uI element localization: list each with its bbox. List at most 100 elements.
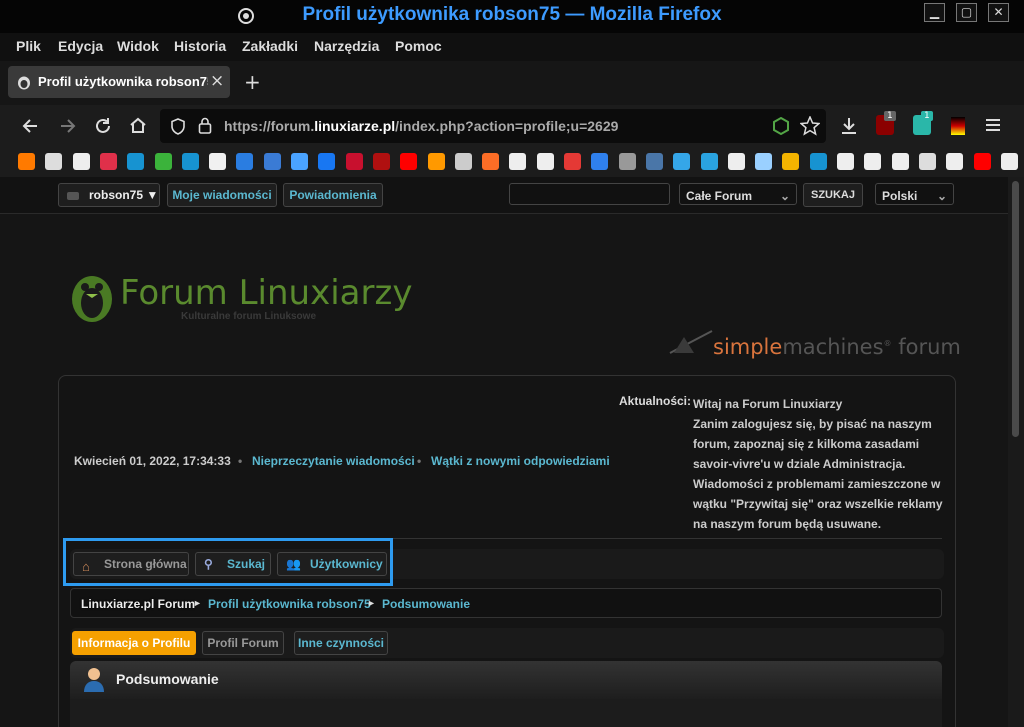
avatar-icon <box>67 192 79 200</box>
bookmark-star-icon[interactable] <box>800 116 820 136</box>
reload-icon[interactable] <box>94 117 112 135</box>
eye-icon[interactable] <box>454 153 472 170</box>
menu-pomoc[interactable]: Pomoc <box>395 38 442 54</box>
p-icon[interactable] <box>263 153 281 170</box>
q-icon[interactable] <box>673 153 691 170</box>
github-icon[interactable] <box>891 153 909 170</box>
summary-body <box>70 699 942 727</box>
menu-zakladki[interactable]: Zakładki <box>242 38 298 54</box>
green-flag-icon[interactable] <box>154 153 172 170</box>
menu-bar: Plik Edycja Widok Historia Zakładki Narz… <box>0 33 1024 61</box>
home-icon[interactable] <box>129 116 147 134</box>
face-icon[interactable] <box>1000 153 1018 170</box>
arch-icon[interactable] <box>181 153 199 170</box>
members-button[interactable]: 👥 Użytkownicy <box>277 552 387 576</box>
close-tab-icon[interactable]: × <box>210 71 224 91</box>
menu-historia[interactable]: Historia <box>174 38 226 54</box>
arch-icon[interactable] <box>127 153 145 170</box>
cloud-icon[interactable] <box>291 153 308 170</box>
page-content: robson75 ▼ Moje wiadomości Powiadomienia… <box>0 177 1024 727</box>
bird-icon[interactable] <box>618 153 636 170</box>
smf-logo-text[interactable]: simplemachines® forum <box>713 335 961 359</box>
wave-icon[interactable] <box>591 153 609 170</box>
search-button[interactable]: SZUKAJ <box>803 183 863 207</box>
tux-icon[interactable] <box>45 153 63 170</box>
lp-icon[interactable] <box>782 153 800 170</box>
news-text: Witaj na Forum Linuxiarzy Zanim zaloguje… <box>693 397 943 531</box>
new-replies-link[interactable]: Wątki z nowymi odpowiedziami <box>431 454 610 468</box>
forum-search-input[interactable] <box>509 183 670 205</box>
download-icon[interactable] <box>840 116 858 136</box>
arch-red-icon[interactable] <box>99 153 117 170</box>
my-messages-button[interactable]: Moje wiadomości <box>167 183 277 207</box>
ublock-badge: 1 <box>884 111 896 121</box>
language-select[interactable]: Polski ⌄ <box>875 183 954 205</box>
close-window-button[interactable]: ✕ <box>988 3 1009 22</box>
hamburger-menu-icon[interactable] <box>985 118 1001 132</box>
home-button[interactable]: ⌂ Strona główna <box>73 552 189 576</box>
flag-extension-icon[interactable] <box>951 117 965 135</box>
gitlab-icon[interactable] <box>482 153 500 170</box>
dw-icon[interactable] <box>209 153 227 170</box>
cube-icon[interactable] <box>755 153 773 170</box>
tux-favicon-icon <box>18 76 30 90</box>
question-icon[interactable] <box>72 153 90 170</box>
notifications-button[interactable]: Powiadomienia <box>283 183 383 207</box>
forum-logo-title[interactable]: Forum Linuxiarzy <box>120 273 412 313</box>
users-icon: 👥 <box>286 557 301 571</box>
youtube-icon[interactable] <box>973 153 991 170</box>
tux-logo-icon[interactable] <box>68 270 116 324</box>
window-titlebar: Profil użytkownika robson75 — Mozilla Fi… <box>0 0 1024 33</box>
css-icon[interactable] <box>236 153 254 170</box>
user-icon <box>84 668 104 692</box>
lock-icon[interactable] <box>198 117 212 134</box>
facebook-icon[interactable] <box>318 153 336 170</box>
breadcrumb-profile[interactable]: Profil użytkownika robson75 <box>208 597 371 611</box>
new-tab-button[interactable]: + <box>244 70 261 94</box>
telegram-icon[interactable] <box>700 153 718 170</box>
scrollbar-thumb[interactable] <box>1012 181 1019 437</box>
search-scope-select[interactable]: Całe Forum ⌄ <box>679 183 797 205</box>
page-scrollbar[interactable] <box>1008 177 1024 727</box>
maximize-button[interactable]: ▢ <box>956 3 977 22</box>
search-menu-button[interactable]: ⚲ Szukaj <box>195 552 271 576</box>
youtube-icon[interactable] <box>400 153 418 170</box>
dots-icon[interactable] <box>918 153 936 170</box>
unread-link[interactable]: Nieprzeczytanie wiadomości <box>252 454 415 468</box>
back-icon[interactable] <box>22 117 40 135</box>
github-icon[interactable] <box>536 153 554 170</box>
separator-bullet: • <box>238 454 243 468</box>
url-bar[interactable]: https://forum.linuxiarze.pl/index.php?ac… <box>160 109 826 143</box>
github-icon[interactable] <box>509 153 527 170</box>
user-name: robson75 ▼ <box>89 188 159 202</box>
breadcrumb-summary[interactable]: Podsumowanie <box>382 597 470 611</box>
menu-widok[interactable]: Widok <box>117 38 159 54</box>
red-text-icon[interactable] <box>372 153 390 170</box>
e-icon[interactable] <box>345 153 363 170</box>
github-icon[interactable] <box>727 153 745 170</box>
menu-edycja[interactable]: Edycja <box>58 38 103 54</box>
m-red-icon[interactable] <box>564 153 581 170</box>
minimize-button[interactable]: ▁ <box>924 3 945 22</box>
nodejs-icon[interactable] <box>772 117 790 135</box>
github-icon[interactable] <box>864 153 882 170</box>
user-menu-button[interactable]: robson75 ▼ <box>58 183 160 207</box>
vk-icon[interactable] <box>645 153 663 170</box>
bookmarks-bar <box>0 147 1024 177</box>
p-orange-icon[interactable] <box>427 153 445 170</box>
github-icon[interactable] <box>837 153 854 170</box>
tab-profile[interactable]: Profil użytkownika robson75 × <box>8 66 230 98</box>
breadcrumb-root[interactable]: Linuxiarze.pl Forum <box>81 597 195 611</box>
tab-profile-info[interactable]: Informacja o Profilu <box>72 631 196 655</box>
orange-square-icon[interactable] <box>18 153 35 170</box>
tab-forum-profile[interactable]: Profil Forum <box>202 631 284 655</box>
arch-icon[interactable] <box>809 153 827 170</box>
news-label: Aktualności: <box>619 394 692 408</box>
forward-icon[interactable] <box>58 117 76 135</box>
github-icon[interactable] <box>946 153 964 170</box>
menu-plik[interactable]: Plik <box>16 38 41 54</box>
tab-other-actions[interactable]: Inne czynności <box>294 631 388 655</box>
menu-narzedzia[interactable]: Narzędzia <box>314 38 379 54</box>
shield-icon[interactable] <box>170 118 186 135</box>
extension-badge: 1 <box>921 111 933 121</box>
